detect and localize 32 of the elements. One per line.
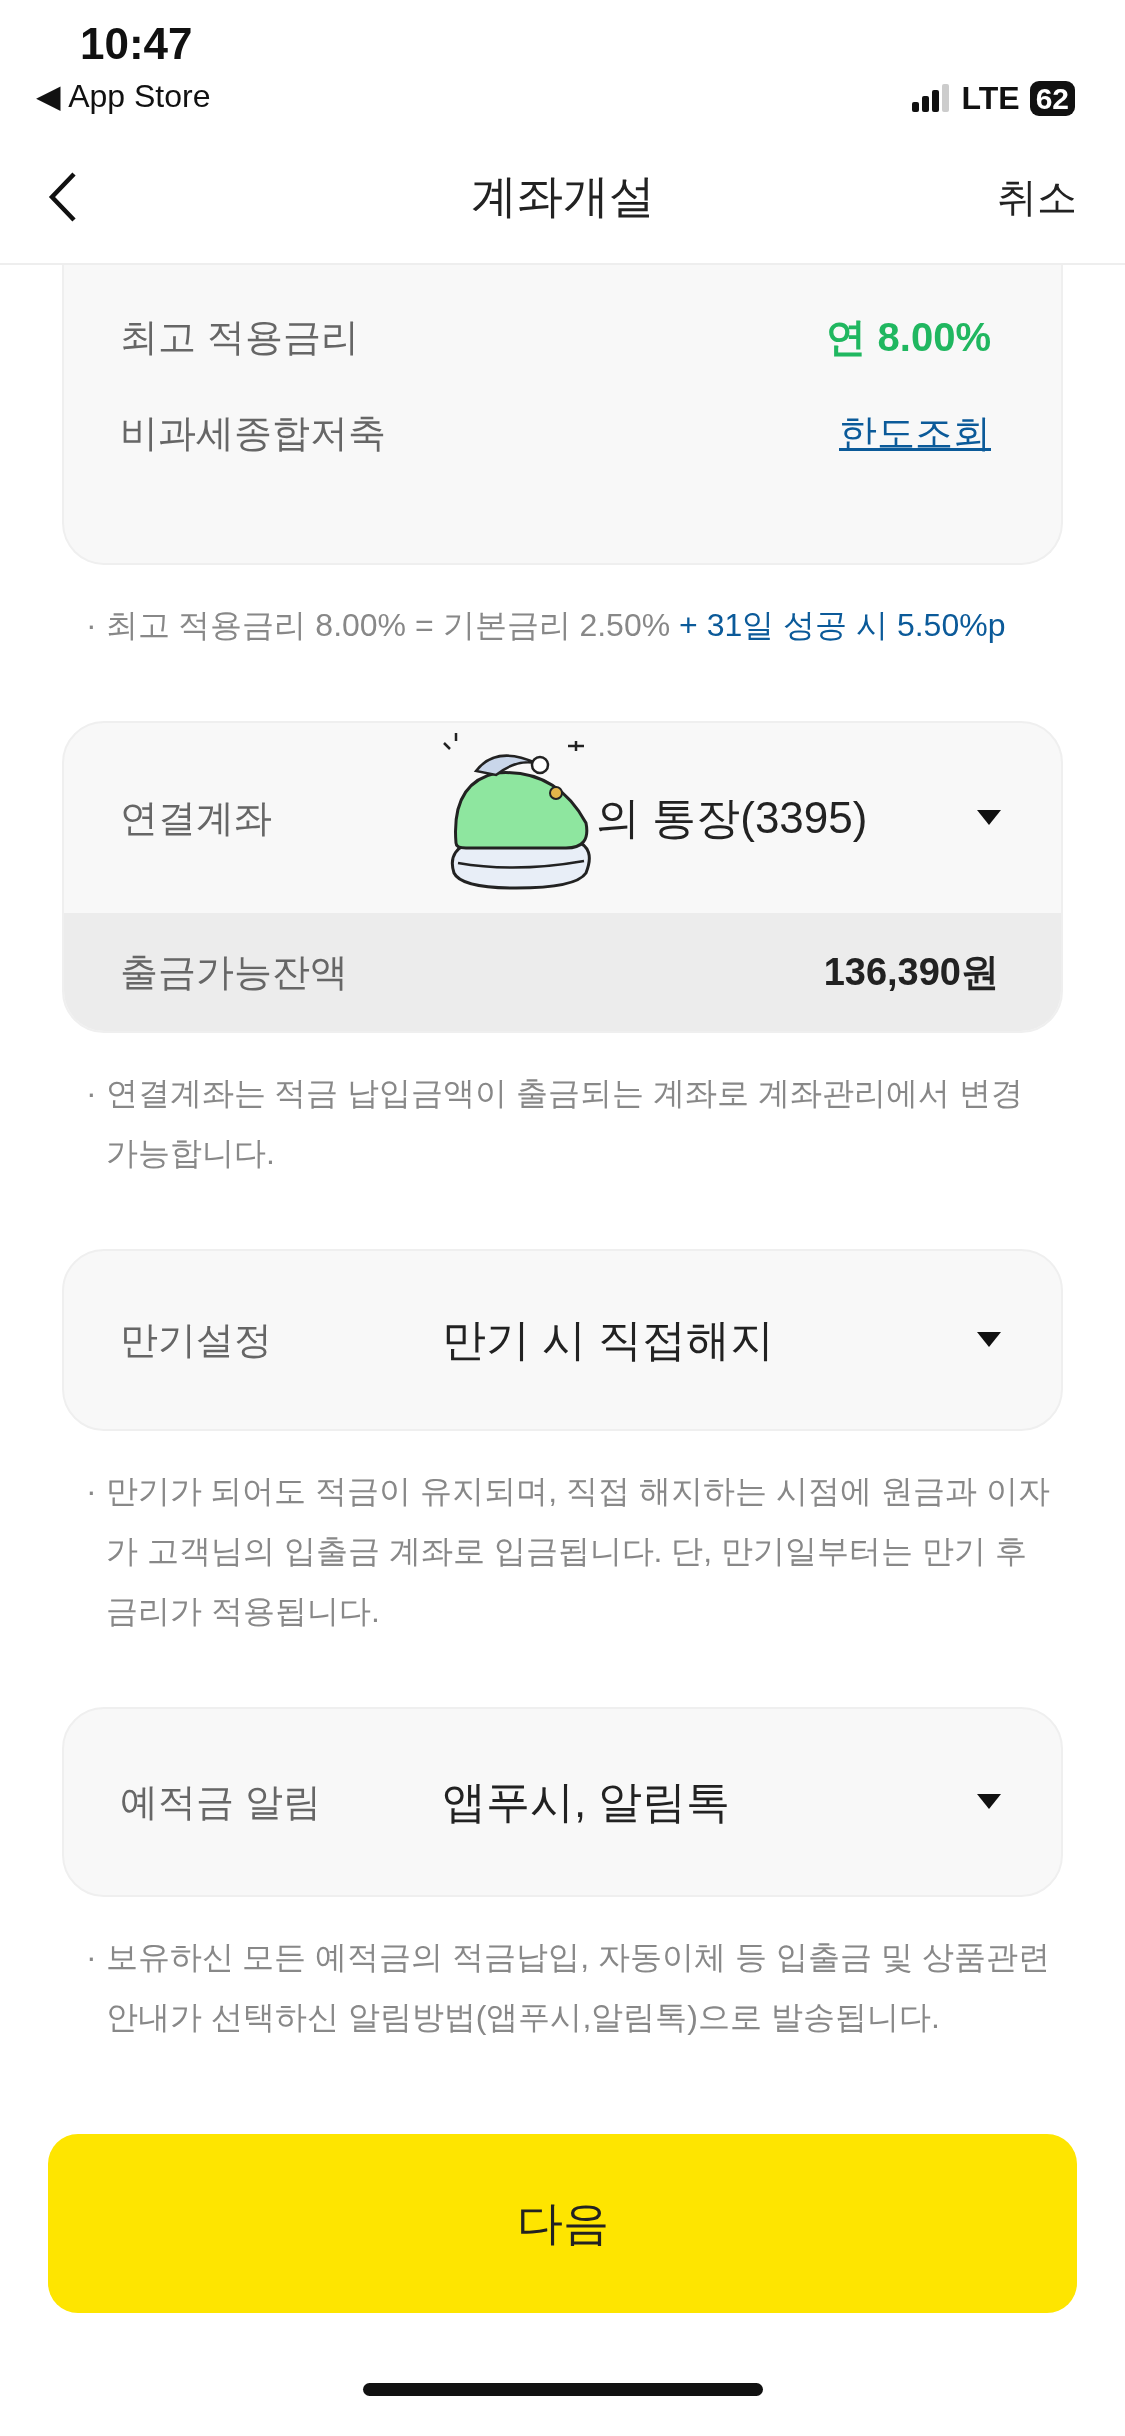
maturity-select[interactable]: 만기설정 만기 시 직접해지 — [62, 1249, 1063, 1431]
dropdown-caret-icon — [977, 810, 1001, 826]
next-button[interactable]: 다음 — [48, 2134, 1077, 2313]
dropdown-caret-icon — [977, 1332, 1001, 1348]
cancel-button[interactable]: 취소 — [997, 166, 1077, 227]
row-label: 예적금 알림 — [120, 1779, 322, 1825]
battery-indicator: 62 — [1029, 80, 1075, 116]
row-label: 비과세종합저축 — [120, 410, 386, 456]
select-value: 앱푸시, 알림톡 — [442, 1776, 732, 1828]
signal-icon — [911, 84, 952, 112]
note-text: · 최고 적용금리 8.00% = 기본금리 2.50% + 31일 성공 시 5.50%p — [86, 606, 1007, 645]
interest-rate: 연 8.00% — [826, 314, 991, 361]
row-label: 연결계좌 — [120, 795, 273, 841]
dropdown-caret-icon — [977, 1794, 1001, 1810]
back-button[interactable] — [48, 170, 78, 223]
account-name: 의 통장(3395) — [596, 792, 868, 844]
row-label: 출금가능잔액 — [120, 949, 348, 995]
row-label: 최고 적용금리 — [120, 314, 359, 360]
back-to-app-link[interactable]: ◀ App Store — [36, 80, 211, 112]
limit-check-link[interactable]: 한도조회 — [839, 404, 991, 462]
back-icon — [48, 170, 78, 223]
alert-select[interactable]: 예적금 알림 앱푸시, 알림톡 — [62, 1707, 1063, 1897]
select-value: 만기 시 직접해지 — [442, 1314, 776, 1366]
clock-time: 10:47 — [80, 22, 194, 66]
note-text: · 만기가 되어도 적금이 유지되며, 직접 해지하는 시점에 원금과 이자가 고객님의 입출금 계좌로 입금됩니다. 단, 만기일부터는 만기 후 금리가 적용됩니다. — [86, 1472, 1051, 1631]
row-label: 만기설정 — [120, 1317, 273, 1363]
note-text: · 연결계좌는 적금 납입금액이 출금되는 계좌로 계좌관리에서 변경 가능합니다. — [86, 1074, 1024, 1173]
page-title: 계좌개설 — [470, 169, 655, 224]
linked-account-select[interactable]: 연결계좌 의 통장(3395) — [64, 723, 1061, 913]
network-label: LTE — [961, 82, 1020, 114]
balance-amount: 136,390원 — [823, 949, 999, 995]
note-text: · 보유하신 모든 예적금의 적금납입, 자동이체 등 입출금 및 상품관련 안내가 선택하신 알림방법(앱푸시,알림톡)으로 발송됩니다. — [86, 1938, 1051, 2037]
